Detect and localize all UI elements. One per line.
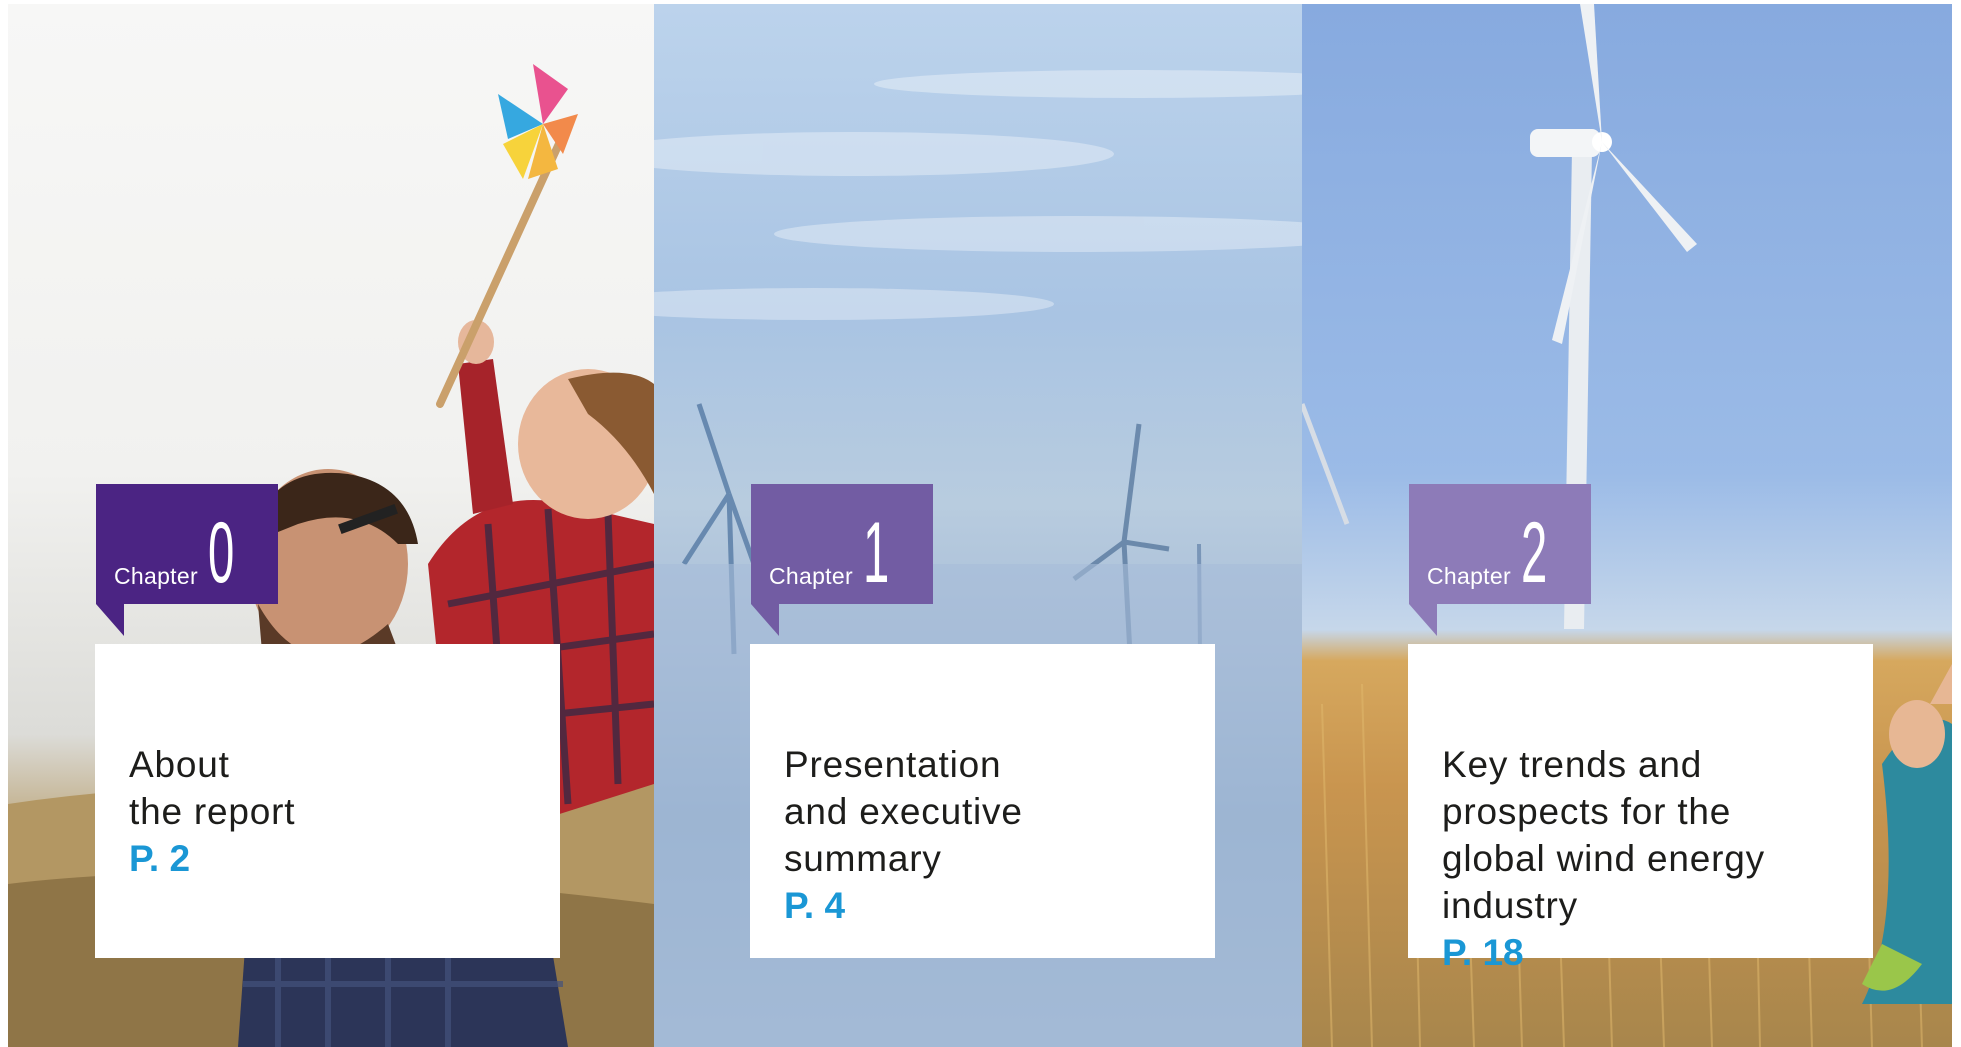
page-link[interactable]: P. 18 — [1442, 929, 1862, 976]
chapter-1-tab: Chapter 1 — [751, 484, 933, 636]
chapter-1-card[interactable]: Presentation and executive summary P. 4 — [750, 644, 1215, 958]
tab-pointer — [751, 604, 779, 636]
chapter-number: 2 — [1521, 505, 1548, 601]
chapter-2-card[interactable]: Key trends and prospects for the global … — [1408, 644, 1873, 973]
chapter-title[interactable]: Key trends and prospects for the global … — [1442, 694, 1862, 1023]
chapter-panel-1[interactable]: Chapter 1 Presentation and executive sum… — [654, 4, 1302, 1047]
chapter-label: Chapter — [769, 563, 853, 589]
chapter-title[interactable]: About the report P. 2 — [129, 694, 549, 929]
tab-pointer — [1409, 604, 1437, 636]
page-link[interactable]: P. 4 — [784, 882, 1204, 929]
chapter-title-text: Key trends and prospects for the global … — [1442, 744, 1765, 926]
chapter-number: 0 — [208, 505, 235, 601]
chapter-panel-0[interactable]: Chapter 0 About the report P. 2 — [8, 4, 654, 1047]
chapter-number: 1 — [863, 505, 890, 601]
chapter-title-text: Presentation and executive summary — [784, 744, 1023, 879]
chapter-0-card[interactable]: About the report P. 2 — [95, 644, 560, 958]
chapter-label: Chapter — [114, 563, 198, 589]
chapter-panel-2[interactable]: Chapter 2 Key trends and prospects for t… — [1302, 4, 1952, 1047]
tab-pointer — [96, 604, 124, 636]
page-link[interactable]: P. 2 — [129, 835, 549, 882]
chapter-0-tab: Chapter 0 — [96, 484, 278, 636]
chapter-label: Chapter — [1427, 563, 1511, 589]
chapter-title-text: About the report — [129, 744, 296, 832]
chapter-title[interactable]: Presentation and executive summary P. 4 — [784, 694, 1204, 976]
chapter-2-tab: Chapter 2 — [1409, 484, 1591, 636]
